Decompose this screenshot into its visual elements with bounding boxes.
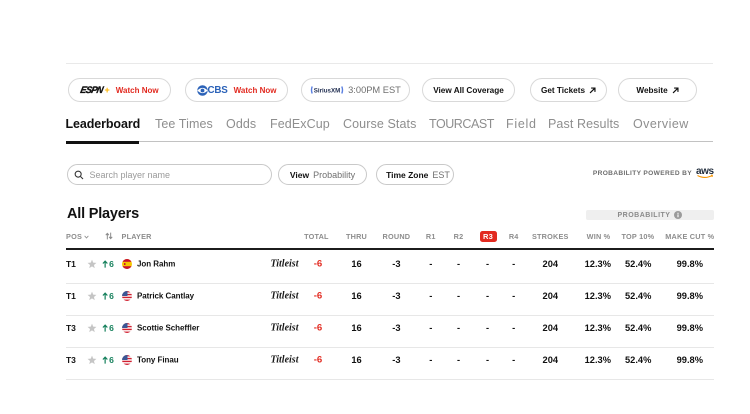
svg-text:SiriusXM: SiriusXM: [314, 87, 340, 94]
